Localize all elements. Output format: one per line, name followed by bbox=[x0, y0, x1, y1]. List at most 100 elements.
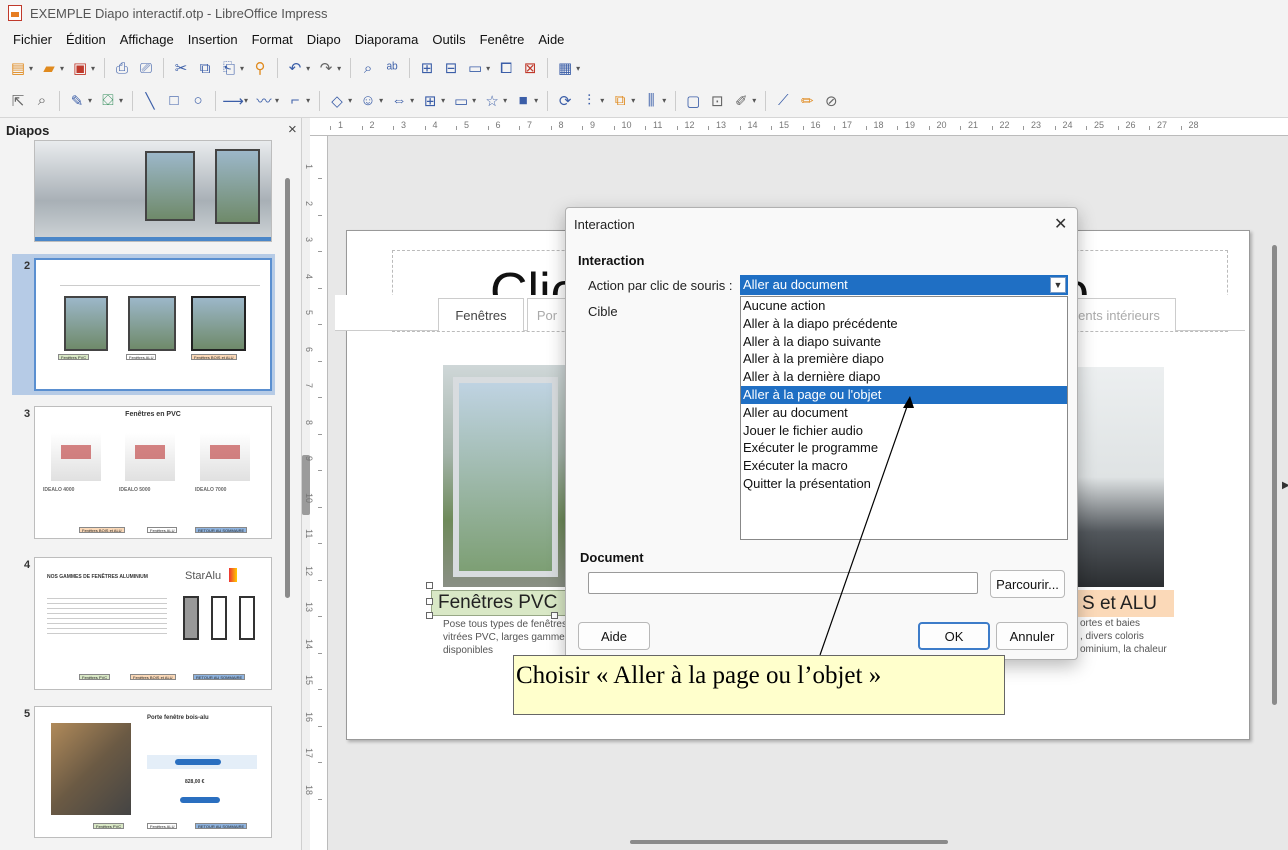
slide-master-icon[interactable]: ▦ bbox=[555, 58, 575, 78]
toggle-extrusion-icon[interactable]: ⊘ bbox=[821, 91, 841, 111]
helplines-icon[interactable]: ⊟ bbox=[441, 58, 461, 78]
vertical-scrollbar[interactable] bbox=[1272, 245, 1277, 705]
slide-thumbnail-5[interactable]: Porte fenêtre bois-alu 828,00 € Fenêtres… bbox=[34, 706, 272, 838]
tab-portes[interactable]: Por bbox=[527, 298, 567, 331]
filter-icon[interactable]: ✐ bbox=[731, 91, 751, 111]
open-dropdown-icon[interactable]: ▾ bbox=[60, 64, 64, 73]
select-pointer-icon[interactable]: ⇱ bbox=[8, 91, 28, 111]
selection-handle[interactable] bbox=[426, 598, 433, 605]
connector-tool-icon[interactable]: ⌐ bbox=[285, 91, 305, 111]
fill-color-dropdown-icon[interactable]: ▾ bbox=[119, 96, 123, 105]
new-document-icon[interactable]: ▤ bbox=[8, 58, 28, 78]
menu-affichage[interactable]: Affichage bbox=[113, 32, 181, 47]
slide-thumbnail-2[interactable]: Fenêtres PVC Fenêtres ALU Fenêtres BOIS … bbox=[34, 258, 272, 391]
line-tool-icon[interactable]: ╲ bbox=[140, 91, 160, 111]
panel-collapse-handle[interactable] bbox=[302, 455, 310, 515]
help-button[interactable]: Aide bbox=[578, 622, 650, 650]
redo-icon[interactable]: ↷ bbox=[316, 58, 336, 78]
connector-dropdown-icon[interactable]: ▾ bbox=[306, 96, 310, 105]
action-option[interactable]: Jouer le fichier audio bbox=[741, 422, 1067, 440]
document-path-input[interactable] bbox=[588, 572, 978, 594]
arrow-dropdown-icon[interactable]: ▾ bbox=[244, 96, 248, 105]
menu-fenetre[interactable]: Fenêtre bbox=[473, 32, 532, 47]
menu-aide[interactable]: Aide bbox=[531, 32, 571, 47]
undo-icon[interactable]: ↶ bbox=[285, 58, 305, 78]
basic-shapes-dropdown-icon[interactable]: ▾ bbox=[348, 96, 352, 105]
paste-dropdown-icon[interactable]: ▾ bbox=[240, 64, 244, 73]
close-icon[interactable]: × bbox=[288, 121, 297, 138]
block-arrows-dropdown-icon[interactable]: ▾ bbox=[410, 96, 414, 105]
copy-icon[interactable]: ⧉ bbox=[195, 58, 215, 78]
curve-dropdown-icon[interactable]: ▾ bbox=[275, 96, 279, 105]
flowchart-icon[interactable]: ⊞ bbox=[420, 91, 440, 111]
master-dropdown-icon[interactable]: ▾ bbox=[576, 64, 580, 73]
action-option[interactable]: Exécuter la macro bbox=[741, 457, 1067, 475]
slide-layout-icon[interactable]: ▭ bbox=[465, 58, 485, 78]
action-option[interactable]: Aller à la page ou l'objet bbox=[741, 385, 1067, 404]
slide-thumbnail-1[interactable] bbox=[34, 140, 272, 242]
horizontal-scrollbar[interactable] bbox=[630, 840, 948, 844]
layout-dropdown-icon[interactable]: ▾ bbox=[486, 64, 490, 73]
action-option[interactable]: Aller à la diapo précédente bbox=[741, 315, 1067, 333]
action-option[interactable]: Aller à la première diapo bbox=[741, 350, 1067, 368]
spelling-icon[interactable]: ᵃᵇ bbox=[382, 58, 402, 78]
align-objects-icon[interactable]: ⫶ bbox=[579, 91, 599, 111]
menu-diapo[interactable]: Diapo bbox=[300, 32, 348, 47]
undo-dropdown-icon[interactable]: ▾ bbox=[306, 64, 310, 73]
line-color-icon[interactable]: ✎ bbox=[67, 91, 87, 111]
action-option[interactable]: Aller à la dernière diapo bbox=[741, 368, 1067, 386]
fill-color-icon[interactable]: ⛋ bbox=[98, 91, 118, 111]
slide-thumbnail-4[interactable]: NOS GAMMES DE FENÊTRES ALUMINIUM StarAlu… bbox=[34, 557, 272, 690]
find-replace-icon[interactable]: ⌕ bbox=[358, 58, 378, 78]
chevron-down-icon[interactable]: ▼ bbox=[1050, 277, 1066, 293]
arrange-icon[interactable]: ⧉ bbox=[610, 91, 630, 111]
chevron-right-icon[interactable]: ▶ bbox=[1282, 480, 1288, 491]
distribute-dropdown-icon[interactable]: ▾ bbox=[662, 96, 666, 105]
3d-dropdown-icon[interactable]: ▾ bbox=[534, 96, 538, 105]
block-arrows-icon[interactable]: ⇔ bbox=[389, 91, 409, 111]
cut-icon[interactable]: ✂ bbox=[171, 58, 191, 78]
action-options-list[interactable]: Aucune action Aller à la diapo précédente… bbox=[740, 296, 1068, 540]
clone-formatting-icon[interactable]: ⚲ bbox=[250, 58, 270, 78]
menu-fichier[interactable]: Fichier bbox=[6, 32, 59, 47]
line-color-dropdown-icon[interactable]: ▾ bbox=[88, 96, 92, 105]
ellipse-tool-icon[interactable]: ○ bbox=[188, 91, 208, 111]
rectangle-tool-icon[interactable]: □ bbox=[164, 91, 184, 111]
action-option[interactable]: Exécuter le programme bbox=[741, 439, 1067, 457]
slide-thumbnail-3[interactable]: Fenêtres en PVC IDEALO 4000 IDEALO 5000 … bbox=[34, 406, 272, 539]
action-option[interactable]: Aller au document bbox=[741, 404, 1067, 422]
new-dropdown-icon[interactable]: ▾ bbox=[29, 64, 33, 73]
ok-button[interactable]: OK bbox=[918, 622, 990, 650]
callout-dropdown-icon[interactable]: ▾ bbox=[472, 96, 476, 105]
tab-amenagements[interactable]: ents intérieurs bbox=[1062, 298, 1176, 331]
shadow-icon[interactable]: ▢ bbox=[683, 91, 703, 111]
export-pdf-icon[interactable]: ⎙ bbox=[112, 58, 132, 78]
display-grid-icon[interactable]: ⊞ bbox=[417, 58, 437, 78]
action-option[interactable]: Quitter la présentation bbox=[741, 475, 1067, 493]
action-select[interactable]: Aller au document ▼ bbox=[740, 275, 1068, 295]
symbol-shapes-icon[interactable]: ☺ bbox=[358, 91, 378, 111]
save-dropdown-icon[interactable]: ▾ bbox=[91, 64, 95, 73]
action-option[interactable]: Aller à la diapo suivante bbox=[741, 333, 1067, 351]
callout-shapes-icon[interactable]: ▭ bbox=[451, 91, 471, 111]
points-icon[interactable]: ⟋ bbox=[773, 91, 793, 111]
flowchart-dropdown-icon[interactable]: ▾ bbox=[441, 96, 445, 105]
stars-dropdown-icon[interactable]: ▾ bbox=[503, 96, 507, 105]
rotate-icon[interactable]: ⟳ bbox=[555, 91, 575, 111]
tab-fenetres[interactable]: Fenêtres bbox=[438, 298, 524, 331]
menu-format[interactable]: Format bbox=[245, 32, 300, 47]
selection-handle[interactable] bbox=[426, 582, 433, 589]
new-slide-icon[interactable]: ⧠ bbox=[496, 58, 516, 78]
symbol-dropdown-icon[interactable]: ▾ bbox=[379, 96, 383, 105]
print-icon[interactable]: ⎚ bbox=[136, 58, 156, 78]
delete-slide-icon[interactable]: ⊠ bbox=[520, 58, 540, 78]
selection-handle[interactable] bbox=[426, 612, 433, 619]
3d-objects-icon[interactable]: ■ bbox=[513, 91, 533, 111]
curve-tool-icon[interactable]: 〰 bbox=[254, 91, 274, 111]
filter-dropdown-icon[interactable]: ▾ bbox=[752, 96, 756, 105]
action-option[interactable]: Aucune action bbox=[741, 297, 1067, 315]
basic-shapes-icon[interactable]: ◇ bbox=[327, 91, 347, 111]
open-folder-icon[interactable]: ▰ bbox=[39, 58, 59, 78]
save-icon[interactable]: ▣ bbox=[70, 58, 90, 78]
cancel-button[interactable]: Annuler bbox=[996, 622, 1068, 650]
